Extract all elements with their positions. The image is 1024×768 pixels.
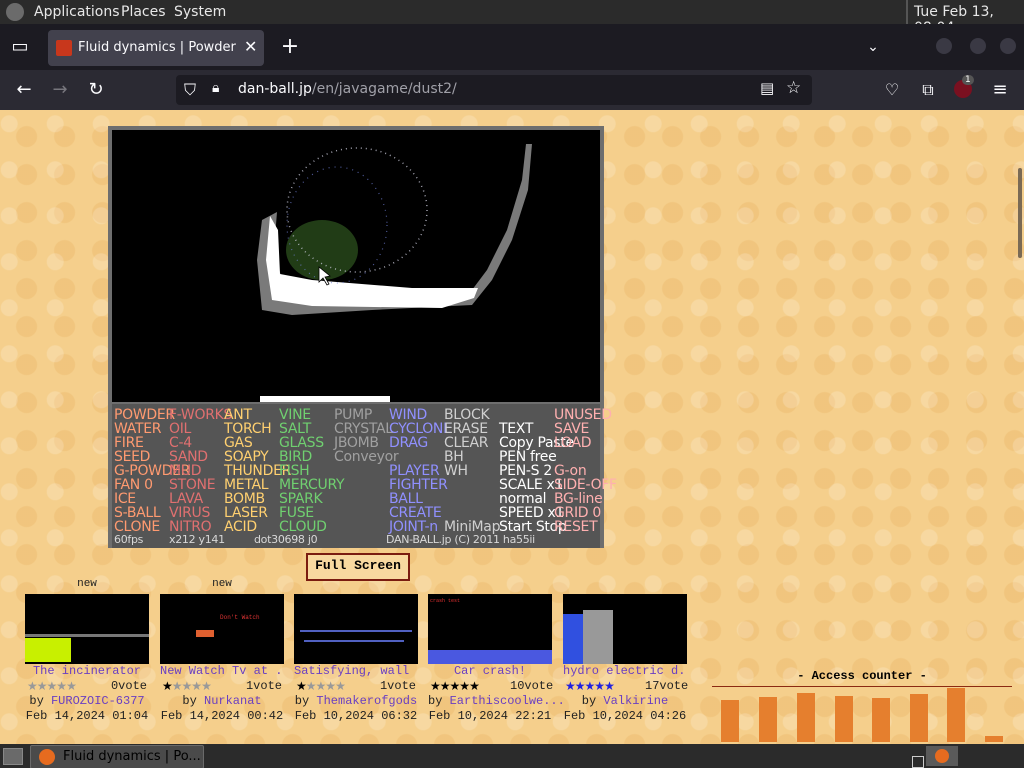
vote-count: 17vote	[645, 679, 689, 693]
lock-icon[interactable]: 🔒︎	[212, 80, 219, 96]
upload-date: Feb 10,2024 22:21	[428, 709, 552, 723]
upload-thumbnail[interactable]: Don't Watch	[160, 594, 284, 664]
upload-thumbnail[interactable]	[563, 594, 687, 664]
hamburger-menu-icon[interactable]: ≡	[988, 80, 1012, 100]
author-link[interactable]: Themakerofgods	[316, 694, 417, 708]
upload-date: Feb 10,2024 04:26	[563, 709, 687, 723]
page-scrollbar[interactable]	[1018, 168, 1022, 258]
counter-bar	[835, 696, 853, 742]
taskbar-window-firefox[interactable]: Fluid dynamics | Po...	[30, 745, 204, 768]
upload-title[interactable]: Satisfying, wall ...	[294, 664, 418, 678]
workspace-switcher[interactable]	[912, 756, 924, 768]
access-counter-title: - Access counter -	[797, 669, 927, 683]
upload-author-line: by Nurkanat	[182, 694, 262, 708]
url-text[interactable]: dan-ball.jp/en/javagame/dust2/	[238, 81, 457, 97]
game-status-text: x212 y141	[169, 533, 225, 546]
palette-item[interactable]: ACID	[224, 519, 257, 535]
url-bar[interactable]: ⛉ 🔒︎ dan-ball.jp/en/javagame/dust2/ ▤ ☆	[176, 75, 812, 105]
upload-author-line: by Themakerofgods	[294, 694, 418, 708]
upload-title[interactable]: Car crash!	[428, 664, 552, 678]
simulation-drawing	[257, 144, 532, 402]
minimize-icon[interactable]	[936, 38, 952, 54]
top-panel: Applications Places System Tue Feb 13, 0…	[0, 0, 1024, 36]
upload-thumbnail[interactable]	[294, 594, 418, 664]
panel-divider	[906, 0, 908, 24]
maximize-icon[interactable]	[970, 38, 986, 54]
counter-bar	[910, 694, 928, 742]
list-tabs-chevron-icon[interactable]: ⌄	[861, 37, 885, 57]
author-link[interactable]: Earthiscoolwe...	[450, 694, 565, 708]
full-screen-button[interactable]: Full Screen	[306, 553, 410, 581]
author-link[interactable]: Nurkanat	[204, 694, 262, 708]
system-menu[interactable]: System	[174, 4, 226, 20]
upload-title[interactable]: New Watch Tv at ...	[160, 664, 284, 678]
back-icon[interactable]: ←	[12, 80, 36, 100]
upload-author-line: by Valkirine	[581, 694, 669, 708]
vote-count: 0vote	[110, 679, 147, 693]
firefox-view-icon[interactable]: ▭	[8, 37, 32, 57]
counter-divider	[712, 686, 1012, 687]
firefox-mini-icon	[935, 749, 949, 763]
new-label: new	[212, 578, 232, 590]
counter-bar	[985, 736, 1003, 742]
counter-bar	[759, 697, 777, 742]
new-label: new	[77, 578, 97, 590]
rating-stars[interactable]: ★★★★★	[162, 679, 212, 694]
close-window-icon[interactable]	[1000, 38, 1016, 54]
upload-date: Feb 14,2024 01:04	[25, 709, 149, 723]
vote-count: 10vote	[510, 679, 554, 693]
bookmark-star-icon[interactable]: ☆	[786, 78, 801, 98]
counter-bar	[947, 688, 965, 742]
counter-bar	[872, 698, 890, 742]
new-tab-icon[interactable]: +	[278, 36, 302, 58]
author-link[interactable]: Valkirine	[603, 694, 668, 708]
upload-title[interactable]: hydro electric d...	[563, 664, 687, 678]
upload-thumbnail[interactable]	[25, 594, 149, 664]
extension-badge: 1	[962, 75, 974, 85]
extensions-icon[interactable]: ⧉	[916, 80, 940, 100]
rating-stars[interactable]: ★★★★★	[430, 679, 480, 694]
upload-author-line: by Earthiscoolwe...	[428, 694, 565, 708]
game-canvas[interactable]	[112, 130, 600, 402]
taskbar-window-title: Fluid dynamics | Po...	[63, 749, 201, 764]
author-link[interactable]: FUROZOIC-6377	[51, 694, 145, 708]
forward-icon[interactable]: →	[48, 80, 72, 100]
upload-title[interactable]: The incinerator	[25, 664, 149, 678]
shield-icon[interactable]: ⛉	[184, 80, 196, 100]
show-desktop-icon[interactable]	[3, 748, 23, 765]
tab-fluid-dynamics[interactable]: Fluid dynamics | Powder Ga ✕	[48, 30, 264, 66]
rating-stars[interactable]: ★★★★★	[27, 679, 77, 694]
game-status-text: 60fps	[114, 533, 144, 546]
palette-item[interactable]: LOAD	[554, 435, 592, 451]
close-tab-icon[interactable]: ✕	[244, 37, 257, 56]
favicon-icon	[56, 40, 72, 56]
upload-date: Feb 14,2024 00:42	[160, 709, 284, 723]
workspace-preview[interactable]	[926, 746, 958, 766]
applications-menu[interactable]: Applications	[34, 4, 120, 20]
distro-logo-icon[interactable]	[6, 3, 24, 21]
game-status-text: DAN-BALL.jp (C) 2011 ha55ii	[386, 533, 535, 546]
rating-stars[interactable]: ★★★★★	[296, 679, 346, 694]
game-status-text: dot30698 j0	[254, 533, 318, 546]
vote-count: 1vote	[379, 679, 416, 693]
tab-title: Fluid dynamics | Powder Ga	[78, 40, 238, 55]
reload-icon[interactable]: ↻	[84, 80, 108, 100]
counter-bar	[797, 693, 815, 742]
counter-bar	[721, 700, 739, 742]
palette-item[interactable]: RESET	[554, 519, 598, 535]
upload-thumbnail[interactable]: crash test	[428, 594, 552, 664]
reader-view-icon[interactable]: ▤	[760, 79, 774, 97]
rating-stars[interactable]: ★★★★★	[565, 679, 615, 694]
firefox-icon	[39, 749, 55, 765]
pocket-icon[interactable]: ♡	[880, 80, 904, 100]
upload-date: Feb 10,2024 06:32	[294, 709, 418, 723]
upload-author-line: by FUROZOIC-6377	[29, 694, 145, 708]
places-menu[interactable]: Places	[121, 4, 166, 20]
vote-count: 1vote	[245, 679, 282, 693]
